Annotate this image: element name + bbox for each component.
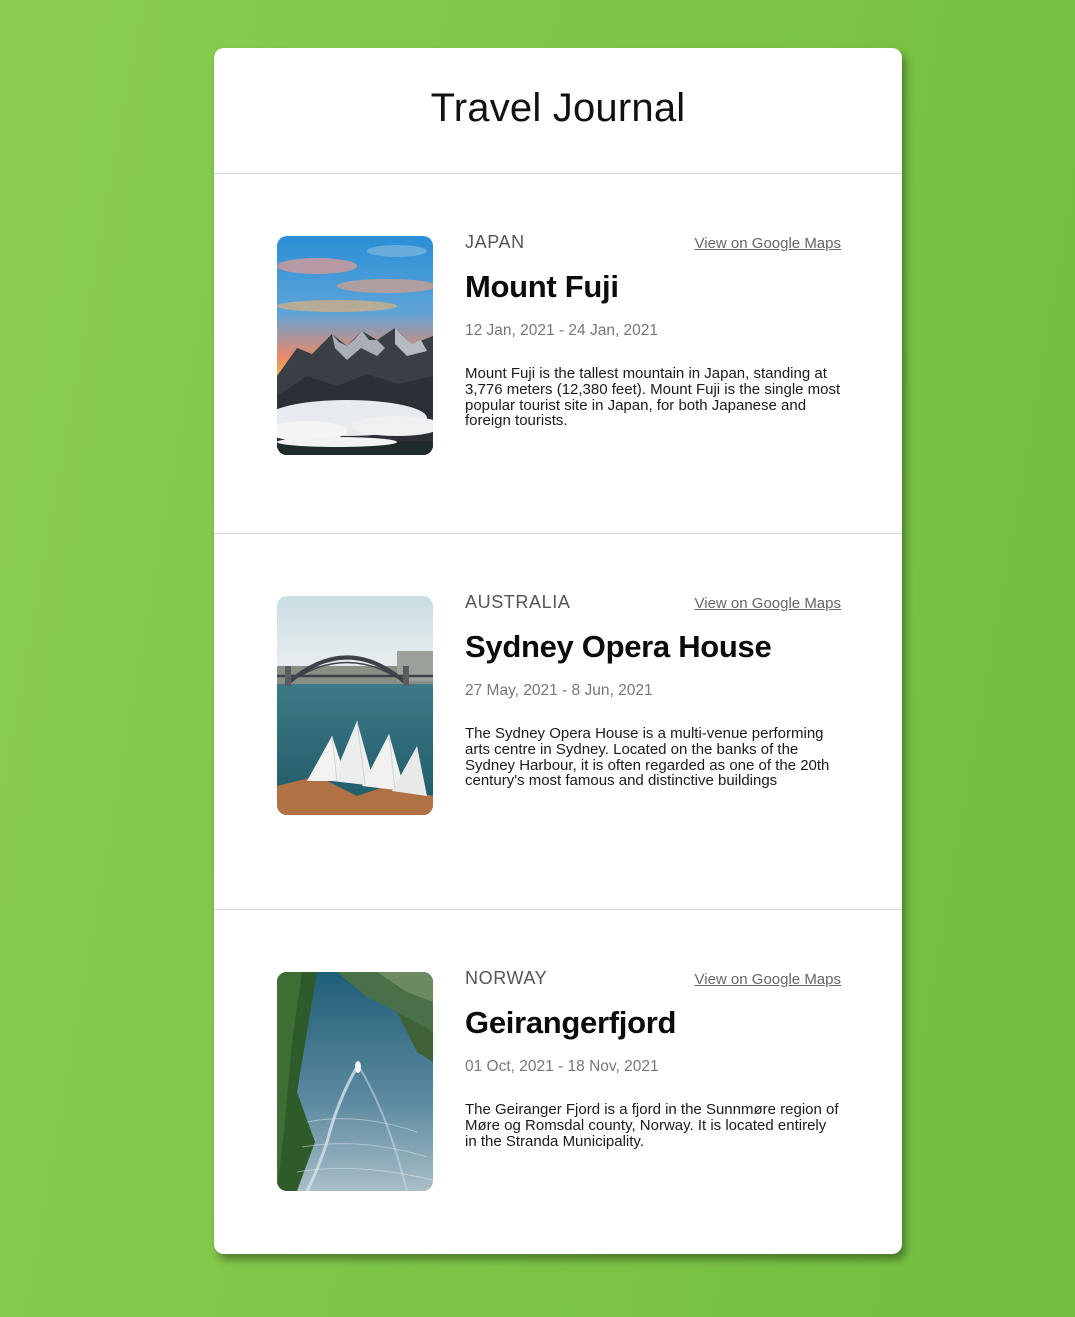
mountain-photo	[277, 236, 433, 455]
page-title: Travel Journal	[430, 86, 686, 130]
journal-entry: JAPAN View on Google Maps Mount Fuji 12 …	[214, 174, 902, 534]
entry-dates: 27 May, 2021 - 8 Jun, 2021	[465, 682, 653, 699]
entry-description: The Geiranger Fjord is a fjord in the Su…	[465, 1101, 839, 1150]
entry-title: Sydney Opera House	[465, 629, 772, 664]
entry-title: Geirangerfjord	[465, 1005, 677, 1040]
entry-info: AUSTRALIA View on Google Maps Sydney Ope…	[465, 592, 841, 789]
entry-info: NORWAY View on Google Maps Geirangerfjor…	[465, 968, 841, 1149]
fjord-photo	[277, 972, 433, 1191]
view-on-google-maps-link[interactable]: View on Google Maps	[695, 971, 841, 988]
entry-dates: 12 Jan, 2021 - 24 Jan, 2021	[465, 322, 659, 339]
opera-house-photo	[277, 596, 433, 815]
entry-info: JAPAN View on Google Maps Mount Fuji 12 …	[465, 232, 841, 429]
view-on-google-maps-link[interactable]: View on Google Maps	[695, 235, 841, 252]
entry-dates: 01 Oct, 2021 - 18 Nov, 2021	[465, 1058, 659, 1075]
journal-entry: AUSTRALIA View on Google Maps Sydney Ope…	[214, 534, 902, 910]
view-on-google-maps-link[interactable]: View on Google Maps	[695, 595, 841, 612]
journal-card: Travel Journal JAPAN View on Google Maps…	[214, 48, 902, 1254]
entry-country: AUSTRALIA	[465, 592, 571, 612]
entry-meta-row: AUSTRALIA View on Google Maps	[465, 592, 841, 614]
entry-title: Mount Fuji	[465, 269, 619, 304]
app-header: Travel Journal	[214, 48, 902, 174]
journal-entry: NORWAY View on Google Maps Geirangerfjor…	[214, 910, 902, 1254]
entry-meta-row: NORWAY View on Google Maps	[465, 968, 841, 990]
entry-description: The Sydney Opera House is a multi-venue …	[465, 725, 830, 790]
entry-description: Mount Fuji is the tallest mountain in Ja…	[465, 365, 841, 430]
entry-country: JAPAN	[465, 232, 525, 252]
entry-country: NORWAY	[465, 968, 548, 988]
entry-meta-row: JAPAN View on Google Maps	[465, 232, 841, 254]
